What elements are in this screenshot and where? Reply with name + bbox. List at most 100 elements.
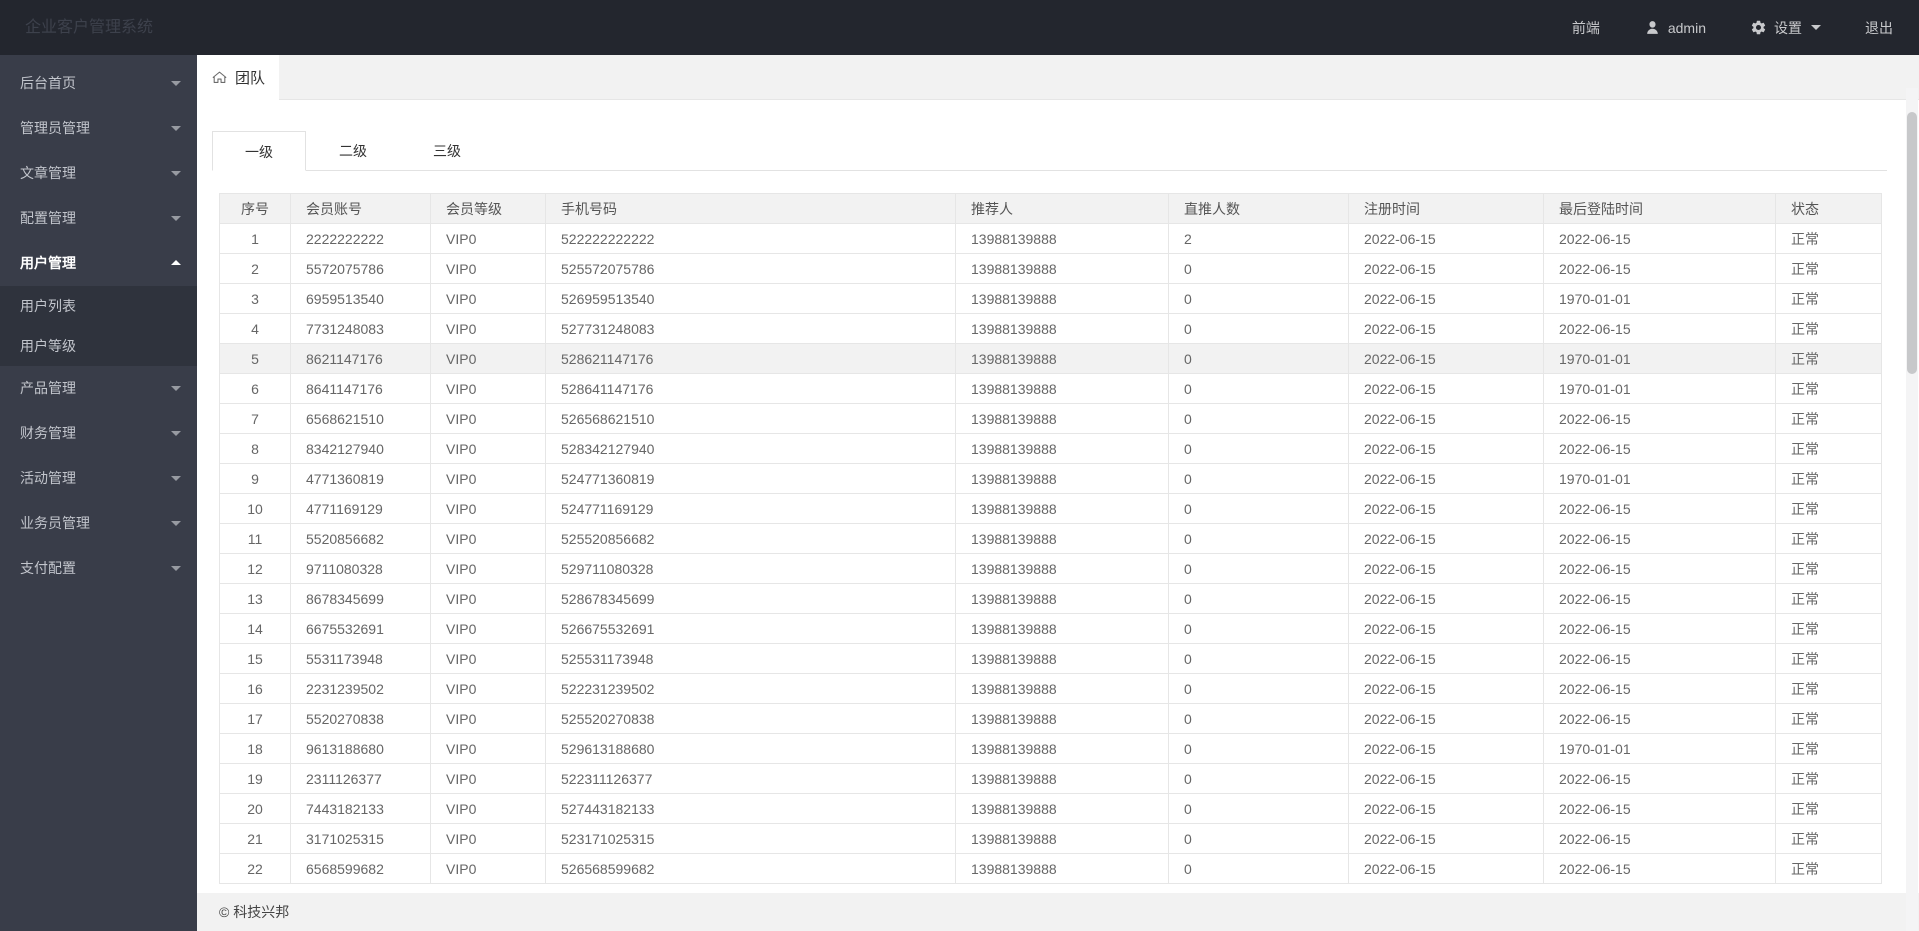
table-cell: 0 <box>1168 853 1349 884</box>
table-row: 12 9711080328 VIP0 529711080328 13988139888 0… <box>219 553 1882 584</box>
sidebar-item-label: 用户管理 <box>20 255 76 271</box>
table-cell: 528342127940 <box>545 433 956 464</box>
sidebar-menu: 后台首页管理员管理 文章管理 配置管理用户管理用户列表 用户等级 产品管理财务管理活动管… <box>0 55 197 591</box>
table-cell: 2022-06-15 <box>1348 373 1544 404</box>
table-cell: 2022-06-15 <box>1543 433 1776 464</box>
logout-link[interactable]: 退出 <box>1865 18 1893 38</box>
table-cell: VIP0 <box>430 763 546 794</box>
table-cell: 正常 <box>1775 793 1882 824</box>
sidebar-item-财务管理[interactable]: 财务管理 <box>0 411 197 456</box>
table-cell: 2022-06-15 <box>1348 583 1544 614</box>
table-row: 1 2222222222 VIP0 522222222222 13988139888 2 2… <box>219 223 1882 254</box>
members-table: 序号 会员账号 会员等级 手机号码 推荐人 直推人数 注册时间 最后登陆时间 状态 1 22222… <box>219 193 1882 884</box>
table-row: 11 5520856682 VIP0 525520856682 13988139888 0… <box>219 523 1882 554</box>
table-cell: 0 <box>1168 613 1349 644</box>
table-cell: 0 <box>1168 583 1349 614</box>
table-cell: 6568599682 <box>290 853 431 884</box>
table-body: 1 2222222222 VIP0 522222222222 13988139888 2 2… <box>219 223 1882 884</box>
table-cell: 5572075786 <box>290 253 431 284</box>
table-cell: 522222222222 <box>545 223 956 254</box>
table-cell: 2022-06-15 <box>1348 733 1544 764</box>
table-header-cell: 会员等级 <box>430 193 546 224</box>
sidebar-subitem-用户等级[interactable]: 用户等级 <box>0 326 197 366</box>
table-cell: 6675532691 <box>290 613 431 644</box>
table-row: 9 4771360819 VIP0 524771360819 13988139888 0 2… <box>219 463 1882 494</box>
table-cell: 13988139888 <box>955 673 1169 704</box>
table-cell: 0 <box>1168 373 1349 404</box>
table-cell: 正常 <box>1775 553 1882 584</box>
sidebar-submenu: 用户列表 用户等级 <box>0 286 197 366</box>
table-row: 13 8678345699 VIP0 528678345699 13988139888 0… <box>219 583 1882 614</box>
username: admin <box>1667 19 1706 36</box>
table-cell: 0 <box>1168 403 1349 434</box>
table-cell: 正常 <box>1775 463 1882 494</box>
table-cell: 2311126377 <box>290 763 431 794</box>
table-cell: 2022-06-15 <box>1348 493 1544 524</box>
sidebar-item-文章管理[interactable]: 文章管理 <box>0 151 197 196</box>
table-cell: 15 <box>219 643 291 674</box>
tab-level-2[interactable]: 二级 <box>306 131 400 171</box>
sidebar-item-用户管理[interactable]: 用户管理 <box>0 241 197 286</box>
table-cell: 0 <box>1168 733 1349 764</box>
settings-menu[interactable]: 设置 <box>1750 18 1821 38</box>
table-cell: 正常 <box>1775 313 1882 344</box>
table-cell: 2022-06-15 <box>1348 283 1544 314</box>
table-cell: 2022-06-15 <box>1348 613 1544 644</box>
table-cell: 0 <box>1168 703 1349 734</box>
footer-copyright: © 科技兴邦 <box>219 904 290 920</box>
navbar-right-menu: 前端 admin 设置 退出 <box>1572 0 1893 55</box>
sidebar-subitem-用户列表[interactable]: 用户列表 <box>0 286 197 326</box>
table-cell: 528621147176 <box>545 343 956 374</box>
user-menu[interactable]: admin <box>1644 19 1706 36</box>
table-cell: VIP0 <box>430 553 546 584</box>
table-row: 17 5520270838 VIP0 525520270838 13988139888 0… <box>219 703 1882 734</box>
sidebar-item-支付配置[interactable]: 支付配置 <box>0 546 197 591</box>
frontend-link[interactable]: 前端 <box>1572 18 1600 38</box>
table-cell: 12 <box>219 553 291 584</box>
top-navbar: 企业客户管理系统 前端 admin 设置 退出 <box>0 0 1919 55</box>
table-row: 4 7731248083 VIP0 527731248083 13988139888 0 2… <box>219 313 1882 344</box>
table-cell: 7 <box>219 403 291 434</box>
table-cell: 1970-01-01 <box>1543 733 1776 764</box>
chevron-down-icon <box>171 476 181 481</box>
table-cell: 13988139888 <box>955 313 1169 344</box>
table-cell: 10 <box>219 493 291 524</box>
table-cell: VIP0 <box>430 673 546 704</box>
caret-down-icon <box>1811 25 1821 30</box>
table-cell: 525520856682 <box>545 523 956 554</box>
table-cell: 正常 <box>1775 583 1882 614</box>
table-cell: 525531173948 <box>545 643 956 674</box>
sidebar-item-label: 财务管理 <box>20 425 76 441</box>
sidebar-item-管理员管理[interactable]: 管理员管理 <box>0 106 197 151</box>
sidebar-item-配置管理[interactable]: 配置管理 <box>0 196 197 241</box>
scrollbar-thumb[interactable] <box>1907 112 1917 374</box>
page-scrollbar[interactable] <box>1906 88 1918 931</box>
sidebar-item-活动管理[interactable]: 活动管理 <box>0 456 197 501</box>
table-cell: 2022-06-15 <box>1543 853 1776 884</box>
sidebar-item-后台首页[interactable]: 后台首页 <box>0 61 197 106</box>
table-cell: 13988139888 <box>955 823 1169 854</box>
table-cell: 13988139888 <box>955 433 1169 464</box>
table-row: 14 6675532691 VIP0 526675532691 13988139888 0… <box>219 613 1882 644</box>
table-cell: 2022-06-15 <box>1543 643 1776 674</box>
table-row: 19 2311126377 VIP0 522311126377 13988139888 0… <box>219 763 1882 794</box>
table-cell: 正常 <box>1775 853 1882 884</box>
table-cell: VIP0 <box>430 643 546 674</box>
table-cell: 526568621510 <box>545 403 956 434</box>
table-cell: 4771360819 <box>290 463 431 494</box>
table-cell: 21 <box>219 823 291 854</box>
table-cell: 2022-06-15 <box>1348 703 1544 734</box>
breadcrumb-tab[interactable]: 团队 <box>197 55 279 100</box>
sidebar: 后台首页管理员管理 文章管理 配置管理用户管理用户列表 用户等级 产品管理财务管理活动管… <box>0 55 197 931</box>
table-cell: 13988139888 <box>955 613 1169 644</box>
sidebar-item-产品管理[interactable]: 产品管理 <box>0 366 197 411</box>
table-cell: 13988139888 <box>955 223 1169 254</box>
table-cell: VIP0 <box>430 823 546 854</box>
sidebar-item-业务员管理[interactable]: 业务员管理 <box>0 501 197 546</box>
tab-level-1[interactable]: 一级 <box>212 131 306 171</box>
tab-level-3[interactable]: 三级 <box>400 131 494 171</box>
table-cell: 正常 <box>1775 823 1882 854</box>
sidebar-item-label: 后台首页 <box>20 75 76 91</box>
table-cell: 正常 <box>1775 733 1882 764</box>
table-cell: VIP0 <box>430 343 546 374</box>
